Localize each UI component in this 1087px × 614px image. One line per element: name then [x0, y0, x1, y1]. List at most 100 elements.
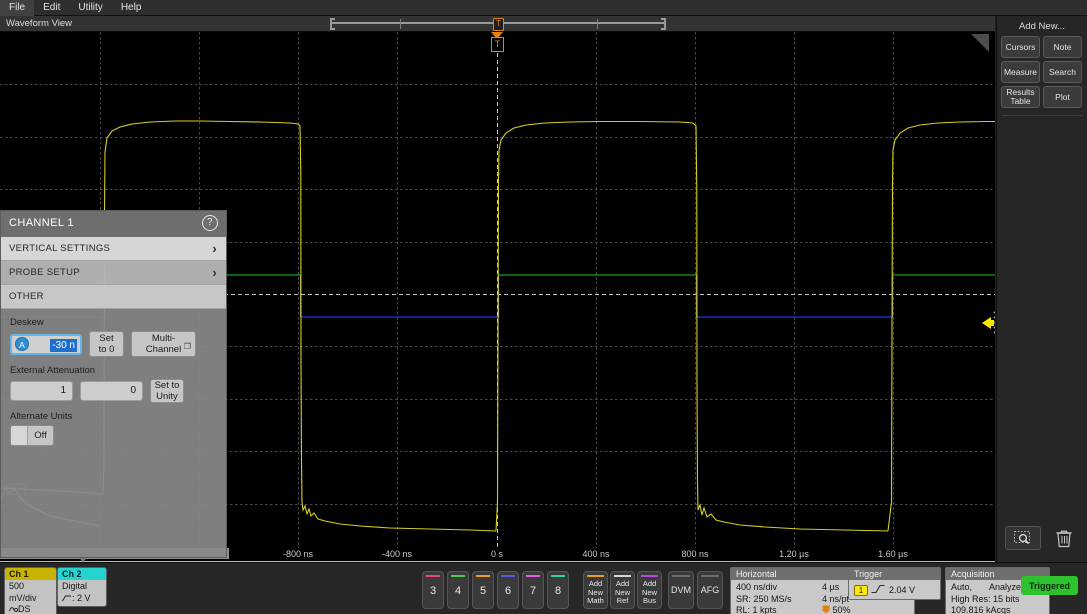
channel-2-badge[interactable]: Ch 2 Digital : 2 V — [57, 567, 107, 607]
multi-channel-button[interactable]: Multi- Channel ❐ — [131, 331, 196, 357]
trigger-body: 1 2.04 V — [849, 580, 940, 599]
add-plot-button[interactable]: Plot — [1043, 86, 1082, 108]
time-tick-label: 0 s — [491, 549, 503, 559]
level-marker-handle[interactable] — [993, 310, 995, 336]
channel-8-label: 8 — [555, 585, 561, 597]
channel-1-badge-header: Ch 1 — [5, 568, 56, 580]
chevron-right-icon: › — [212, 265, 217, 280]
add-new-math-line3: Math — [584, 597, 607, 606]
add-search-button[interactable]: Search — [1043, 61, 1082, 83]
channel-1-badge[interactable]: Ch 1 500 mV/div DS 100 MHz — [4, 567, 57, 614]
add-new-bus-button[interactable]: Add New Bus — [637, 571, 662, 609]
add-results-table-button[interactable]: Results Table — [1001, 86, 1040, 108]
horizontal-sample-rate: SR: 250 MS/s — [736, 594, 822, 606]
menu-item-file[interactable]: File — [0, 0, 34, 16]
channel-5-color-stripe — [476, 575, 490, 577]
accordion-other[interactable]: OTHER — [1, 285, 226, 309]
channel-4-label: 4 — [455, 585, 461, 597]
horizontal-resolution: 4 ns/pt — [822, 594, 849, 606]
toggle-state-label: Off — [27, 426, 53, 445]
sidebar-divider — [1002, 115, 1082, 116]
waveform-view-title: Waveform View — [6, 18, 72, 29]
afg-stripe — [701, 575, 719, 577]
overview-bracket-right[interactable] — [661, 18, 666, 30]
deskew-input[interactable]: A -30 n — [10, 334, 82, 355]
horizontal-scale: 400 ns/div — [736, 582, 822, 594]
right-sidebar: Add New... Cursors Note Measure Search R… — [996, 16, 1087, 562]
set-to-unity-line1: Set to — [155, 380, 180, 391]
afg-button[interactable]: AFG — [697, 571, 723, 609]
channel-button-7[interactable]: 7 — [522, 571, 544, 609]
sidebar-title: Add New... — [997, 16, 1087, 36]
accordion-vertical-settings[interactable]: VERTICAL SETTINGS › — [1, 237, 226, 261]
channel-1-badge-body: 500 mV/div DS 100 MHz — [5, 580, 56, 614]
channel-panel-title: CHANNEL 1 ? — [1, 211, 226, 237]
zoom-icon[interactable] — [1005, 526, 1041, 550]
trigger-settings-box[interactable]: Trigger 1 2.04 V — [848, 567, 941, 600]
set-to-zero-button[interactable]: Set to 0 — [89, 331, 124, 357]
set-to-unity-button[interactable]: Set to Unity — [150, 379, 184, 403]
sidebar-bottom-tools — [997, 526, 1087, 550]
channel-2-threshold: : 2 V — [62, 593, 102, 605]
add-new-bus-line3: Bus — [638, 597, 661, 606]
add-new-math-button[interactable]: Add New Math — [583, 571, 608, 609]
channel-button-4[interactable]: 4 — [447, 571, 469, 609]
channel-button-8[interactable]: 8 — [547, 571, 569, 609]
channel-6-color-stripe — [501, 575, 515, 577]
external-attenuation-input-a[interactable]: 1 — [10, 381, 73, 401]
deskew-row: A -30 n Set to 0 Multi- Channel ❐ — [10, 331, 217, 357]
accordion-label: VERTICAL SETTINGS — [9, 243, 110, 254]
threshold-icon — [62, 595, 72, 602]
toggle-knob[interactable] — [11, 426, 27, 445]
chevron-right-icon: › — [212, 241, 217, 256]
trigger-source-badge: 1 — [854, 585, 868, 596]
add-note-button[interactable]: Note — [1043, 36, 1082, 58]
add-new-ref-button[interactable]: Add New Ref — [610, 571, 635, 609]
set-to-zero-line2: to 0 — [99, 344, 115, 355]
dvm-button[interactable]: DVM — [668, 571, 694, 609]
horizontal-record-length: RL: 1 kpts — [736, 605, 822, 614]
horizontal-record-time: 4 µs — [822, 582, 839, 594]
channel-button-6[interactable]: 6 — [497, 571, 519, 609]
menu-bar: File Edit Utility Help — [0, 0, 1087, 16]
popout-icon: ❐ — [184, 341, 191, 352]
accordion-probe-setup[interactable]: PROBE SETUP › — [1, 261, 226, 285]
channel-2-badge-header: Ch 2 — [58, 568, 106, 580]
trigger-level: 2.04 V — [889, 585, 915, 595]
channel-button-5[interactable]: 5 — [472, 571, 494, 609]
status-badge[interactable]: Triggered — [1021, 576, 1078, 595]
overview-bracket-left[interactable] — [330, 18, 335, 30]
resize-handle-icon[interactable] — [971, 34, 989, 52]
horizontal-overview-bar[interactable]: T — [330, 18, 666, 30]
deskew-value[interactable]: -30 n — [50, 339, 77, 352]
trigger-position-marker[interactable]: T — [491, 37, 504, 52]
external-attenuation-row: 1 0 Set to Unity — [10, 379, 217, 403]
menu-item-edit[interactable]: Edit — [34, 0, 69, 16]
overview-trigger-marker[interactable]: T — [493, 18, 504, 31]
results-table-line2: Table — [1006, 97, 1034, 106]
channel-1-settings-panel: CHANNEL 1 ? VERTICAL SETTINGS › PROBE SE… — [0, 210, 227, 558]
channel-3-color-stripe — [426, 575, 440, 577]
external-attenuation-input-b[interactable]: 0 — [80, 381, 143, 401]
trigger-title: Trigger — [849, 568, 940, 580]
deskew-label: Deskew — [10, 317, 217, 328]
time-tick-label: 800 ns — [681, 549, 708, 559]
menu-item-utility[interactable]: Utility — [69, 0, 111, 16]
add-cursors-button[interactable]: Cursors — [1001, 36, 1040, 58]
knob-a-icon[interactable]: A — [15, 337, 29, 351]
overview-tick — [400, 19, 401, 29]
trash-icon[interactable] — [1048, 526, 1080, 550]
ref-color-stripe — [614, 575, 631, 577]
acquisition-count: 109.816 kAcqs — [951, 605, 1044, 614]
channel-3-label: 3 — [430, 585, 436, 597]
help-icon[interactable]: ? — [202, 215, 218, 231]
multi-channel-line1: Multi- — [146, 333, 181, 344]
add-measure-button[interactable]: Measure — [1001, 61, 1040, 83]
set-to-zero-line1: Set — [99, 333, 115, 344]
alternate-units-toggle[interactable]: Off — [10, 425, 54, 446]
menu-item-help[interactable]: Help — [112, 0, 151, 16]
multi-channel-line2: Channel — [146, 344, 181, 355]
external-attenuation-label: External Attenuation — [10, 365, 217, 376]
channel-7-color-stripe — [526, 575, 540, 577]
channel-button-3[interactable]: 3 — [422, 571, 444, 609]
